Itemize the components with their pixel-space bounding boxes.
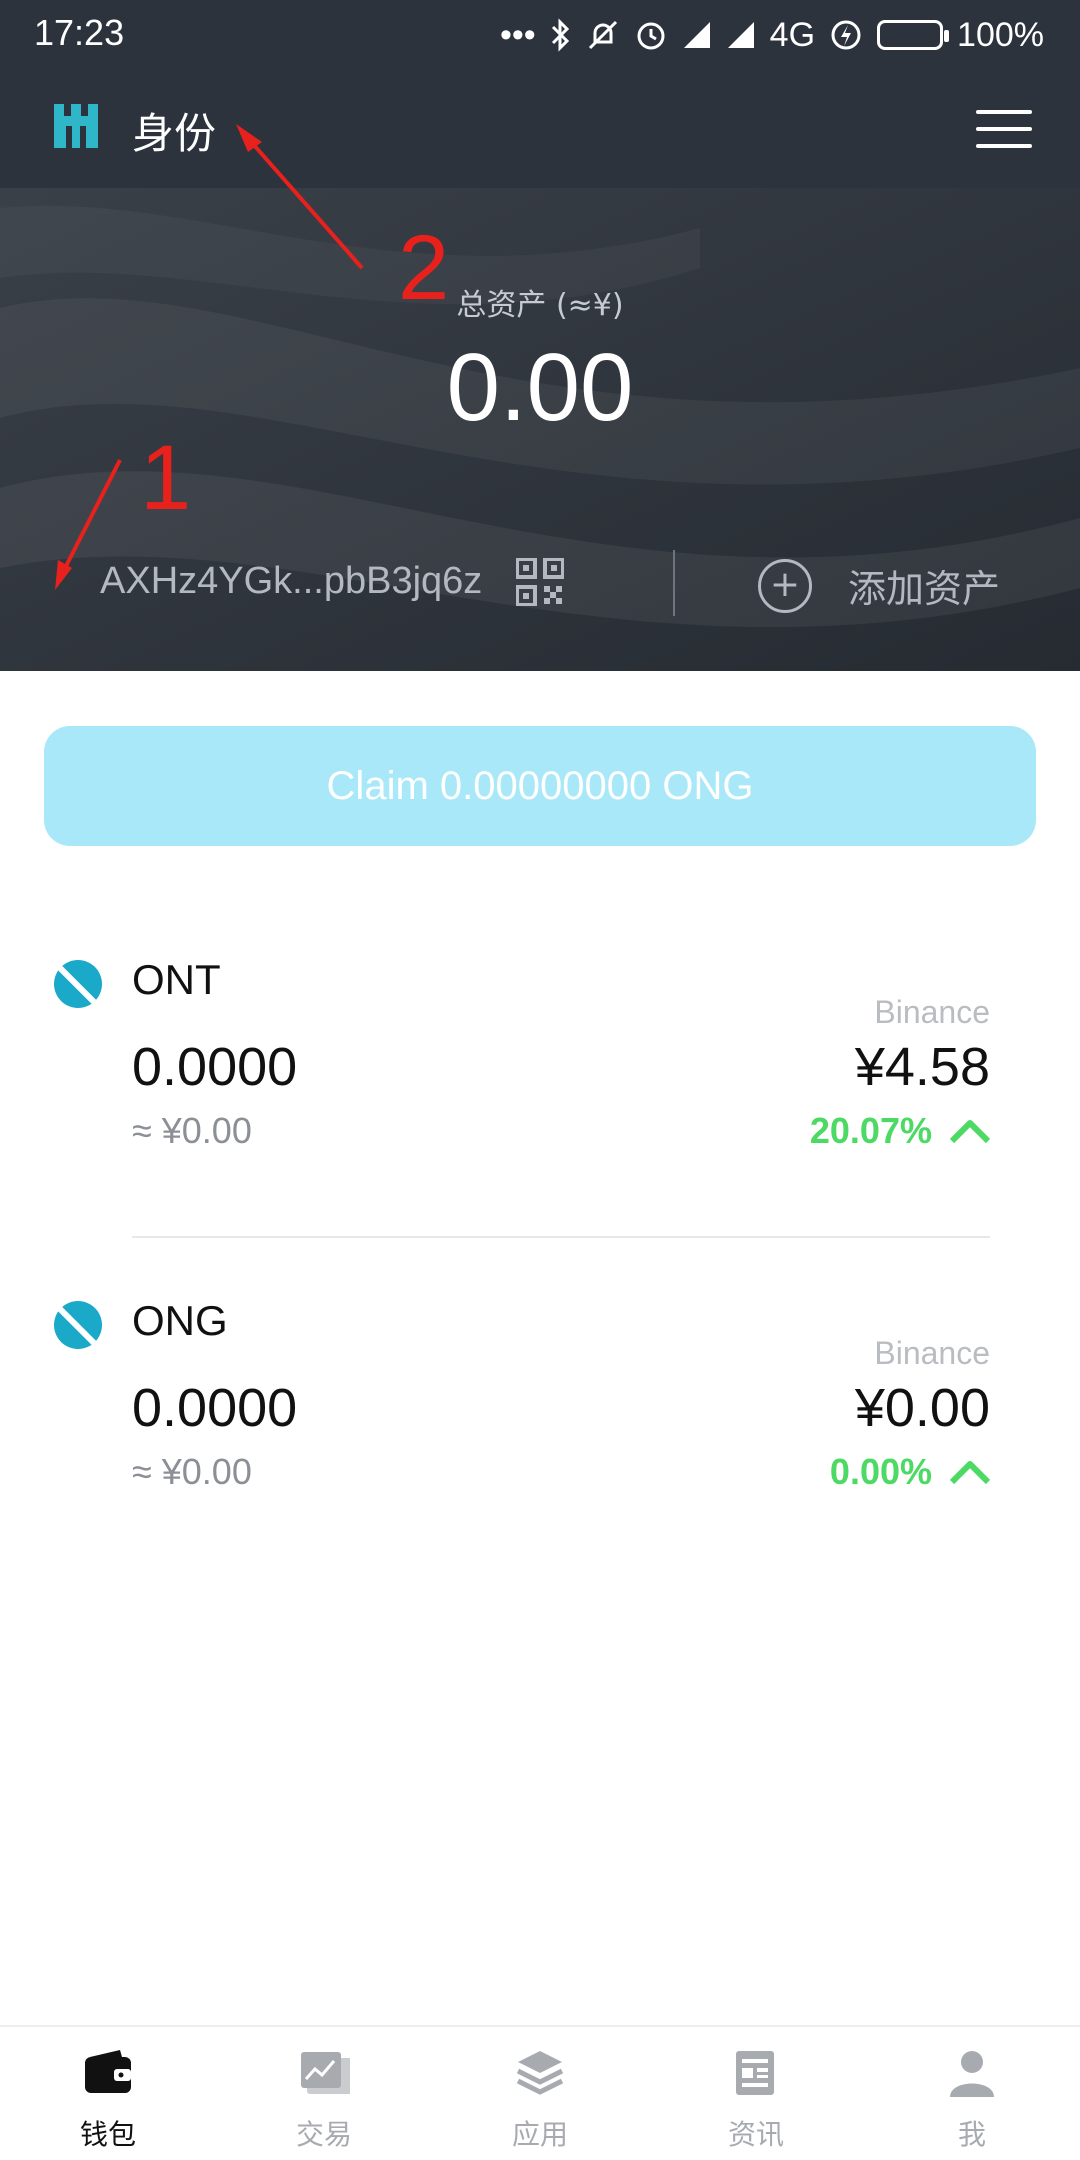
network-type: 4G — [769, 15, 816, 54]
signal-hd-icon — [727, 22, 754, 48]
token-amount: 0.0000 — [132, 1037, 298, 1097]
battery-percent: 100% — [957, 15, 1044, 54]
app-header: 身份 — [0, 70, 1080, 188]
page-title[interactable]: 身份 — [132, 100, 216, 161]
battery-icon — [877, 20, 950, 50]
annotation-number-2: 2 — [398, 217, 450, 319]
token-price: ¥4.58 — [854, 1037, 990, 1097]
status-bar: 17:23 ••• 4G 100% — [0, 0, 1080, 70]
token-change: 0.00% — [830, 1451, 990, 1493]
nav-label: 我 — [957, 2118, 986, 2151]
nav-item-news[interactable]: 资讯 — [648, 2027, 864, 2160]
token-name: ONT — [132, 956, 221, 1003]
mute-bell-icon — [588, 20, 617, 50]
bluetooth-icon — [551, 18, 569, 52]
token-fiat-value: ≈ ¥0.00 — [132, 1110, 252, 1151]
nav-label: 交易 — [295, 2118, 352, 2151]
more-dots-icon: ••• — [499, 15, 536, 54]
hero-divider — [673, 550, 675, 616]
trend-up-icon — [950, 1461, 990, 1484]
total-assets-label: 总资产 (≈¥) — [456, 288, 624, 323]
user-icon — [950, 2051, 994, 2097]
plus-circle-icon: + — [758, 558, 812, 613]
layers-icon — [516, 2051, 564, 2095]
add-asset-button[interactable]: + 添加资产 — [758, 558, 1000, 613]
row-divider — [132, 1236, 990, 1238]
claim-ong-button[interactable]: Claim 0.00000000 ONG — [44, 726, 1036, 846]
alarm-icon — [637, 22, 665, 50]
token-fiat-value: ≈ ¥0.00 — [132, 1451, 252, 1492]
status-time: 17:23 — [34, 12, 125, 53]
chart-icon — [301, 2052, 350, 2094]
token-price: ¥0.00 — [854, 1378, 990, 1438]
wallet-address[interactable]: AXHz4YGk...pbB3jq6z — [100, 560, 482, 603]
nav-label: 钱包 — [79, 2118, 136, 2151]
charging-icon — [831, 20, 861, 50]
news-icon — [736, 2051, 774, 2095]
trend-up-icon — [950, 1120, 990, 1143]
annotation-number-1: 1 — [140, 427, 192, 529]
status-icons: ••• 4G 100% — [500, 10, 1044, 60]
token-change-value: 0.00% — [829, 1451, 932, 1492]
wallet-icon — [85, 2050, 131, 2093]
token-amount: 0.0000 — [132, 1378, 298, 1438]
nav-item-apps[interactable]: 应用 — [432, 2027, 648, 2160]
ontology-logo-icon — [54, 960, 102, 1008]
nav-label: 资讯 — [727, 2118, 784, 2151]
nav-item-wallet[interactable]: 钱包 — [0, 2027, 216, 2160]
token-name: ONG — [132, 1297, 228, 1344]
token-exchange: Binance — [874, 1335, 990, 1371]
nav-item-trade[interactable]: 交易 — [216, 2027, 432, 2160]
signal-icon — [683, 22, 710, 48]
token-change-value: 20.07% — [809, 1110, 932, 1151]
token-row-ont[interactable]: ONT Binance 0.0000 ¥4.58 ≈ ¥0.00 20.07% — [0, 938, 1080, 1238]
qr-code-icon[interactable] — [516, 558, 564, 606]
token-change: 20.07% — [810, 1110, 990, 1152]
bottom-nav: 钱包 交易 应用 资讯 我 — [0, 2025, 1080, 2160]
token-exchange: Binance — [874, 994, 990, 1030]
add-asset-label: 添加资产 — [848, 567, 1001, 611]
nav-label: 应用 — [511, 2118, 568, 2151]
nav-item-me[interactable]: 我 — [864, 2027, 1080, 2160]
token-row-ong[interactable]: ONG Binance 0.0000 ¥0.00 ≈ ¥0.00 0.00% — [0, 1279, 1080, 1579]
menu-icon[interactable] — [976, 110, 1032, 148]
ontology-logo-icon — [54, 1301, 102, 1349]
identity-icon[interactable] — [52, 102, 100, 150]
